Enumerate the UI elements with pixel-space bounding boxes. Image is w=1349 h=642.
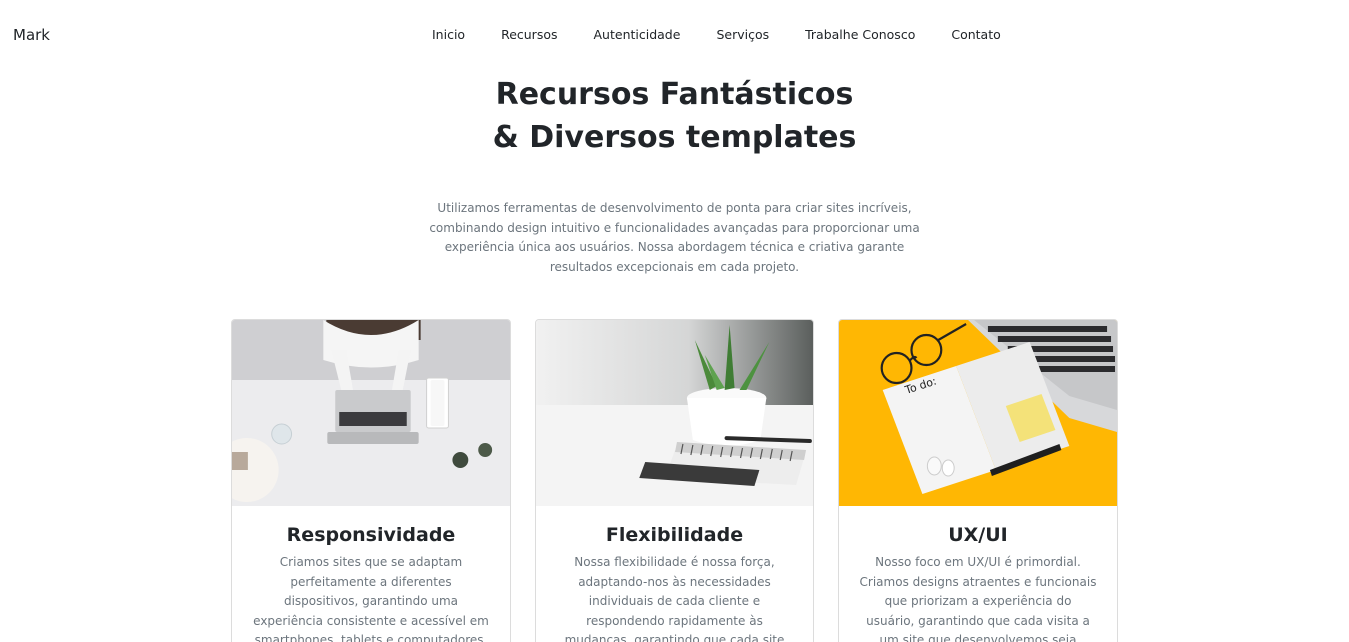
nav-link-recursos[interactable]: Recursos	[483, 27, 575, 43]
todo-notebook-photo: To do:	[839, 320, 1117, 506]
nav-link-inicio[interactable]: Inicio	[414, 27, 483, 43]
hero-title: Recursos Fantásticos & Diversos template…	[0, 73, 1349, 159]
card-text-flexibilidade: Nossa flexibilidade é nossa força, adapt…	[564, 555, 785, 642]
nav-link-autenticidade[interactable]: Autenticidade	[576, 27, 699, 43]
hero-title-line-1: Recursos Fantásticos	[495, 77, 854, 112]
plant-notebook-photo	[536, 320, 813, 506]
page: Mark Inicio Recursos Autenticidade Servi…	[0, 0, 1349, 642]
nav-item-autenticidade: Autenticidade	[576, 27, 699, 43]
card-text-responsividade: Criamos sites que se adaptam perfeitamen…	[253, 555, 489, 642]
feature-card-responsividade: Responsividade Criamos sites que se adap…	[231, 319, 511, 642]
nav-item-contato: Contato	[933, 27, 1018, 43]
nav-item-inicio: Inicio	[414, 27, 483, 43]
card-title-responsividade: Responsividade	[286, 524, 456, 546]
laptop-desk-photo	[232, 320, 510, 506]
nav-item-trabalhe-conosco: Trabalhe Conosco	[787, 27, 933, 43]
hero-title-line-2: & Diversos templates	[492, 120, 857, 155]
main-nav: Inicio Recursos Autenticidade Serviços T…	[414, 27, 1019, 43]
nav-link-servicos[interactable]: Serviços	[698, 27, 787, 43]
card-title-flexibilidade: Flexibilidade	[605, 524, 744, 546]
nav-link-contato[interactable]: Contato	[933, 27, 1018, 43]
card-text-ux-ui: Nosso foco em UX/UI é primordial. Criamo…	[859, 555, 1097, 642]
hero-description: Utilizamos ferramentas de desenvolviment…	[429, 201, 920, 274]
feature-card-ux-ui: To do: UX/UI Nosso foco em UX/UI é primo…	[838, 319, 1118, 642]
feature-card-flexibilidade: Flexibilidade Nossa flexibilidade é noss…	[535, 319, 814, 642]
nav-item-recursos: Recursos	[483, 27, 575, 43]
nav-link-trabalhe-conosco[interactable]: Trabalhe Conosco	[787, 27, 933, 43]
card-title-ux-ui: UX/UI	[948, 524, 1008, 546]
nav-item-servicos: Serviços	[698, 27, 787, 43]
brand-logo[interactable]: Mark	[13, 26, 50, 44]
